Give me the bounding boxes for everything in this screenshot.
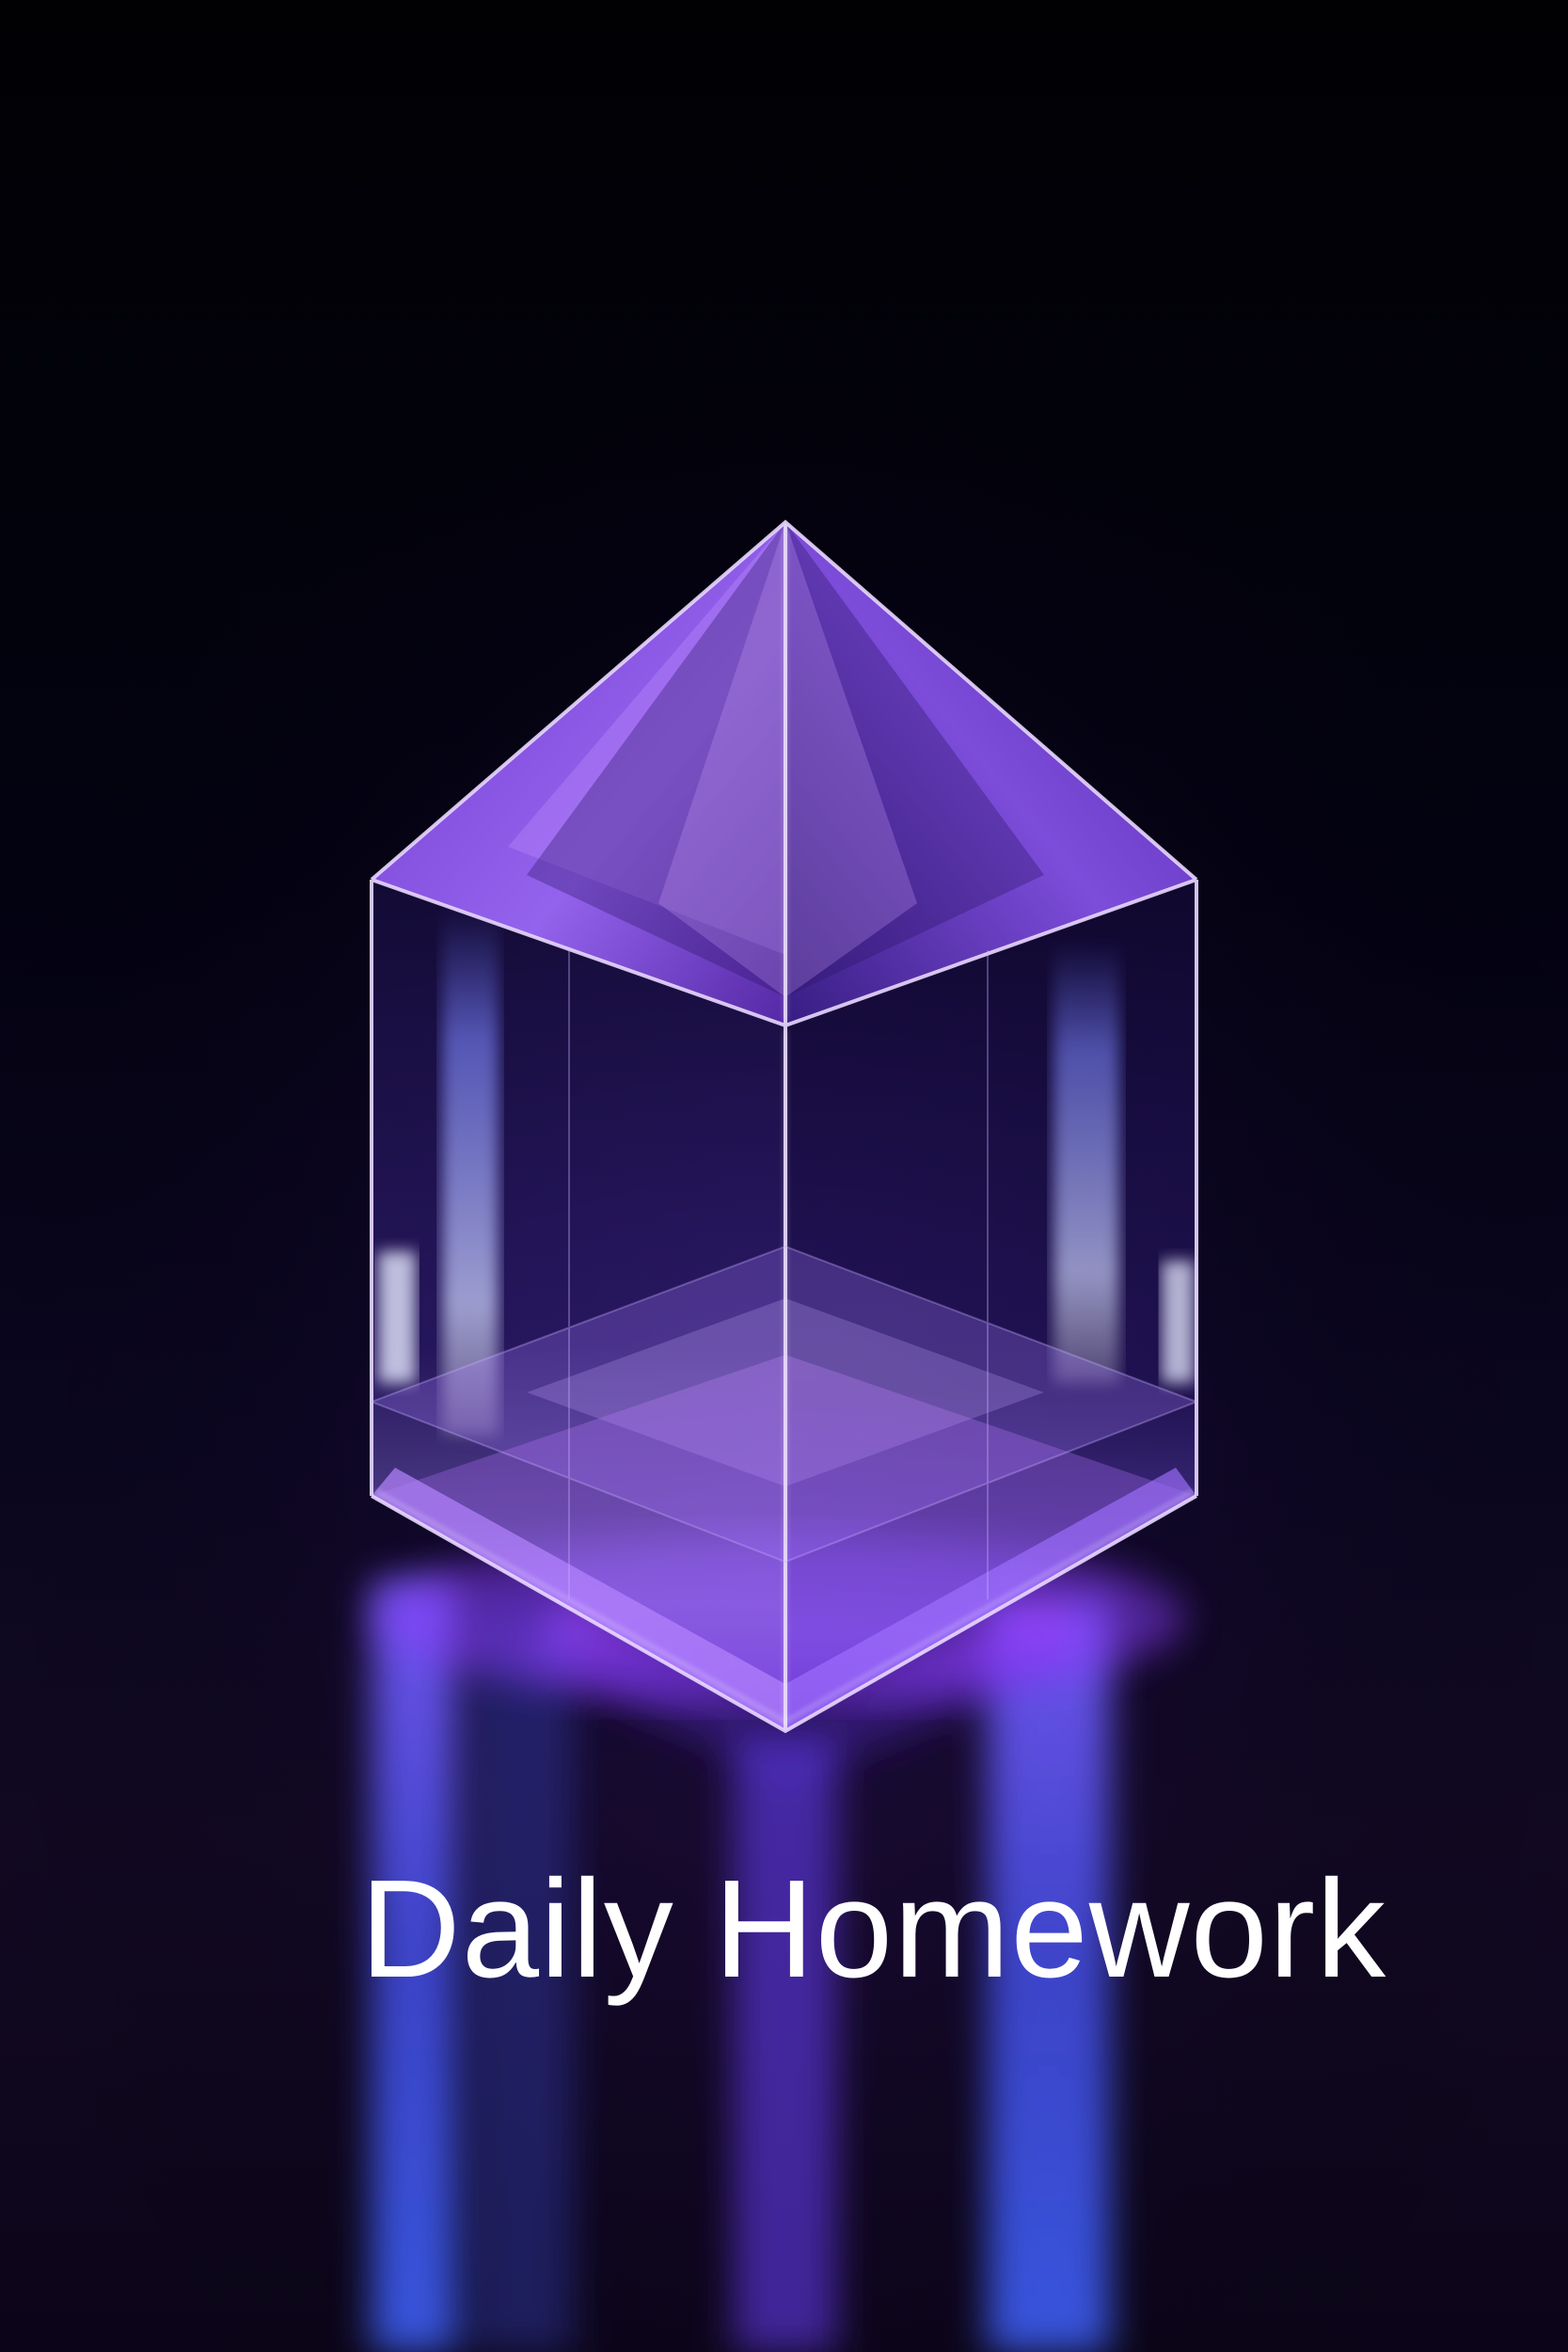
poster-title: Daily Homework — [359, 1851, 1387, 2007]
poster: Daily Homework — [0, 0, 1568, 2352]
